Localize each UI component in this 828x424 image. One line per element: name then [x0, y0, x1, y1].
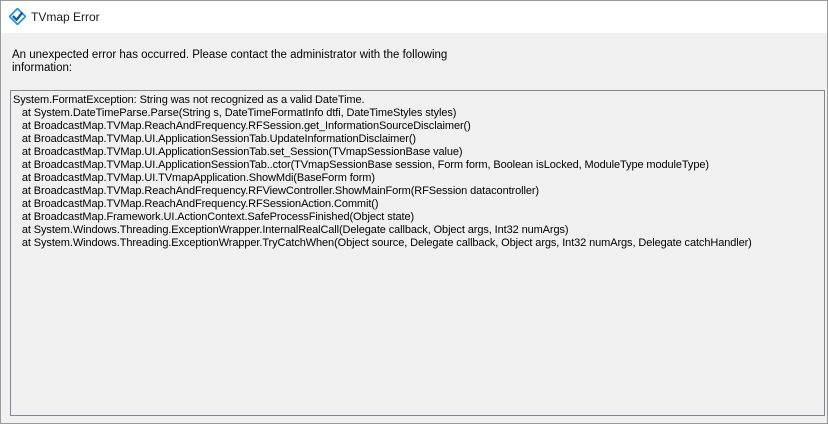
tvmap-logo-icon — [9, 8, 26, 25]
stack-trace-line: at BroadcastMap.TVMap.UI.ApplicationSess… — [13, 159, 709, 171]
title-bar[interactable]: TVmap Error — [1, 1, 827, 33]
window-title: TVmap Error — [31, 10, 100, 24]
stack-trace-line: at System.DateTimeParse.Parse(String s, … — [13, 107, 457, 119]
stack-trace-line: at BroadcastMap.TVMap.UI.ApplicationSess… — [13, 133, 416, 145]
stack-trace-line: at System.Windows.Threading.ExceptionWra… — [13, 224, 569, 236]
stack-trace-line: at BroadcastMap.TVMap.ReachAndFrequency.… — [13, 198, 379, 210]
stack-trace-line: at BroadcastMap.TVMap.ReachAndFrequency.… — [13, 120, 471, 132]
stack-trace-line: at BroadcastMap.TVMap.UI.ApplicationSess… — [13, 146, 463, 158]
stack-trace-line: at BroadcastMap.TVMap.ReachAndFrequency.… — [13, 185, 539, 197]
stack-trace-line: at System.Windows.Threading.ExceptionWra… — [13, 237, 752, 249]
error-message: An unexpected error has occurred. Please… — [12, 49, 448, 74]
stack-trace-line: System.FormatException: String was not r… — [13, 94, 365, 106]
stack-trace-line: at BroadcastMap.Framework.UI.ActionConte… — [13, 211, 415, 223]
stack-trace-line: at BroadcastMap.TVMap.UI.TVmapApplicatio… — [13, 172, 375, 184]
error-dialog: TVmap Error An unexpected error has occu… — [0, 0, 828, 424]
error-details-box[interactable]: System.FormatException: String was not r… — [10, 90, 825, 416]
